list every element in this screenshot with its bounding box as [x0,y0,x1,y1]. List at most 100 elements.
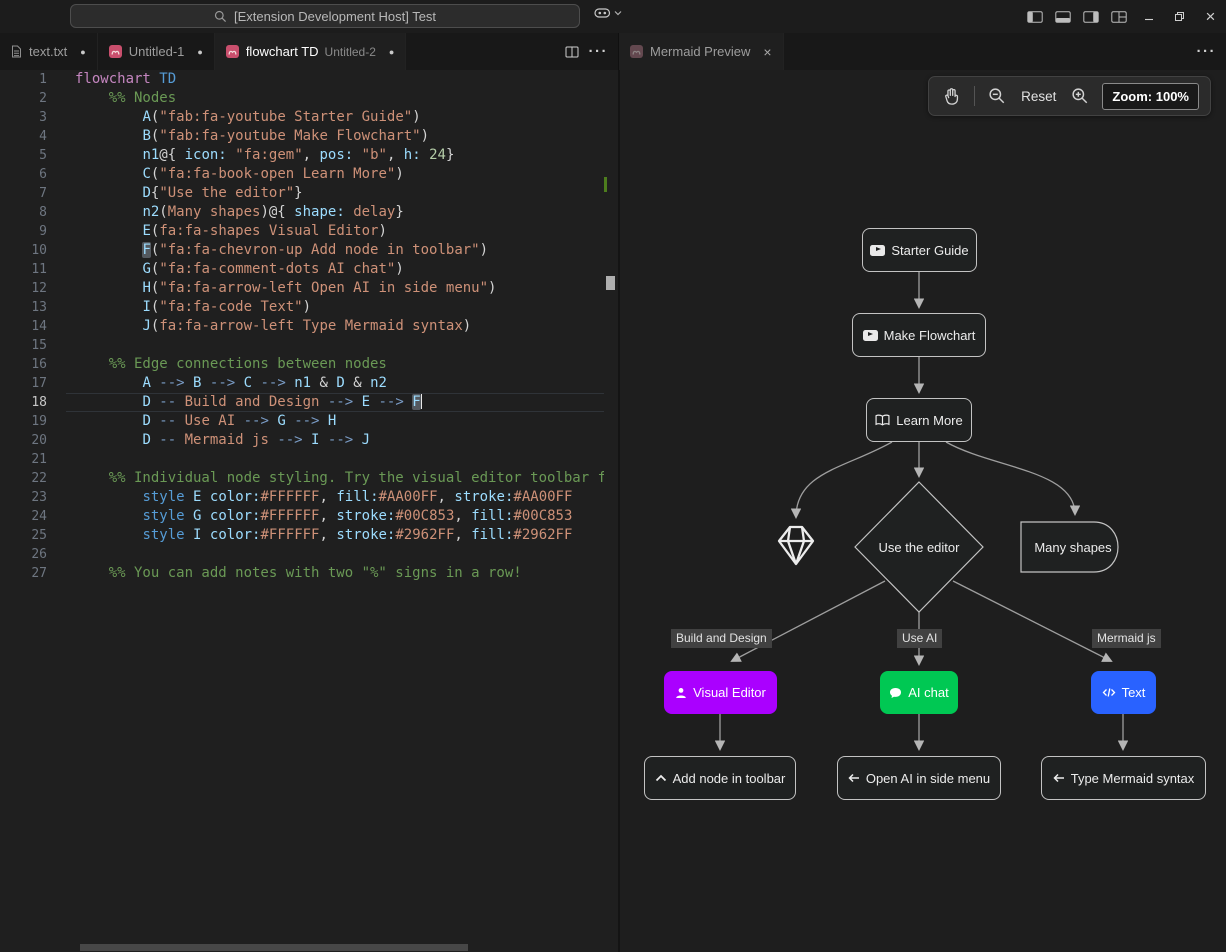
restore-button[interactable] [1164,0,1195,33]
line-number[interactable]: 24 [0,507,47,526]
code-line-content[interactable]: B("fab:fa-youtube Make Flowchart") [66,127,604,146]
line-number[interactable]: 18 [0,393,47,412]
modified-dot[interactable]: ● [389,47,394,57]
line-number[interactable]: 26 [0,545,47,564]
customize-layout-icon[interactable] [1105,0,1133,33]
node-type-mermaid-syntax[interactable]: Type Mermaid syntax [1041,756,1206,800]
code-line[interactable]: 20 D -- Mermaid js --> I --> J [0,431,604,450]
code-line-content[interactable]: D{"Use the editor"} [66,184,604,203]
line-number[interactable]: 1 [0,70,47,89]
code-line-content[interactable]: J(fa:fa-arrow-left Type Mermaid syntax) [66,317,604,336]
code-line-content[interactable]: I("fa:fa-code Text") [66,298,604,317]
line-number[interactable]: 3 [0,108,47,127]
code-line-content[interactable]: %% You can add notes with two "%" signs … [66,564,604,583]
code-line[interactable]: 19 D -- Use AI --> G --> H [0,412,604,431]
code-line[interactable]: 7 D{"Use the editor"} [0,184,604,203]
line-number[interactable]: 7 [0,184,47,203]
code-line[interactable]: 10 F("fa:fa-chevron-up Add node in toolb… [0,241,604,260]
reset-zoom-button[interactable]: Reset [1019,87,1058,106]
node-ai-chat[interactable]: AI chat [880,671,958,714]
code-editor[interactable]: 1flowchart TD2 %% Nodes3 A("fab:fa-youtu… [0,70,618,952]
more-actions-icon[interactable]: ··· [589,43,609,60]
code-line-content[interactable]: %% Individual node styling. Try the visu… [66,469,604,488]
node-open-ai-side-menu[interactable]: Open AI in side menu [837,756,1001,800]
code-line-content[interactable]: C("fa:fa-book-open Learn More") [66,165,604,184]
code-line-content[interactable]: G("fa:fa-comment-dots AI chat") [66,260,604,279]
toggle-primary-sidebar-icon[interactable] [1021,0,1049,33]
code-line[interactable]: 9 E(fa:fa-shapes Visual Editor) [0,222,604,241]
zoom-out-button[interactable] [986,85,1008,107]
minimize-button[interactable] [1133,0,1164,33]
code-line[interactable]: 2 %% Nodes [0,89,604,108]
code-line-content[interactable]: D -- Use AI --> G --> H [66,412,604,431]
line-number[interactable]: 19 [0,412,47,431]
node-use-editor[interactable]: Use the editor [857,533,981,561]
code-line-content[interactable]: n1@{ icon: "fa:gem", pos: "b", h: 24} [66,146,604,165]
line-number[interactable]: 14 [0,317,47,336]
node-add-node-toolbar[interactable]: Add node in toolbar [644,756,796,800]
code-line[interactable]: 1 flowchart TD [0,70,604,89]
overview-ruler[interactable] [604,70,618,952]
line-number[interactable]: 13 [0,298,47,317]
code-line-content[interactable] [66,545,604,564]
line-number[interactable]: 8 [0,203,47,222]
code-line[interactable]: 22 %% Individual node styling. Try the v… [0,469,604,488]
line-number[interactable]: 20 [0,431,47,450]
line-number[interactable]: 10 [0,241,47,260]
code-line-content[interactable]: D -- Build and Design --> E --> F [66,393,604,412]
code-line[interactable]: 11 G("fa:fa-comment-dots AI chat") [0,260,604,279]
code-line-content[interactable] [66,336,604,355]
code-line-content[interactable] [66,450,604,469]
tab-mermaid-preview[interactable]: Mermaid Preview × [619,33,784,70]
node-learn-more[interactable]: Learn More [866,398,972,442]
code-line-content[interactable]: %% Nodes [66,89,604,108]
flowchart-canvas[interactable]: Starter Guide Make Flowchart Learn More … [620,70,1226,952]
line-number[interactable]: 15 [0,336,47,355]
close-tab-icon[interactable]: × [763,44,771,60]
tab-untitled-2[interactable]: flowchart TD Untitled-2 ● [215,33,407,70]
code-line[interactable]: 3 A("fab:fa-youtube Starter Guide") [0,108,604,127]
copilot-menu[interactable] [594,6,622,19]
command-center[interactable]: [Extension Development Host] Test [70,4,580,28]
code-line[interactable]: 24 style G color:#FFFFFF, stroke:#00C853… [0,507,604,526]
code-line[interactable]: 21 [0,450,604,469]
line-number[interactable]: 25 [0,526,47,545]
code-line[interactable]: 12 H("fa:fa-arrow-left Open AI in side m… [0,279,604,298]
line-number[interactable]: 2 [0,89,47,108]
horizontal-scrollbar-thumb[interactable] [80,944,468,951]
toggle-secondary-sidebar-icon[interactable] [1077,0,1105,33]
code-line-content[interactable]: A --> B --> C --> n1 & D & n2 [66,374,604,393]
code-line[interactable]: 16 %% Edge connections between nodes [0,355,604,374]
line-number[interactable]: 23 [0,488,47,507]
line-number[interactable]: 11 [0,260,47,279]
zoom-in-button[interactable] [1069,85,1091,107]
line-number[interactable]: 22 [0,469,47,488]
code-line-content[interactable]: F("fa:fa-chevron-up Add node in toolbar"… [66,241,604,260]
code-line[interactable]: 18 D -- Build and Design --> E --> F [0,393,604,412]
line-number[interactable]: 27 [0,564,47,583]
code-line-content[interactable]: D -- Mermaid js --> I --> J [66,431,604,450]
modified-dot[interactable]: ● [80,47,85,57]
line-number[interactable]: 9 [0,222,47,241]
code-line-content[interactable]: style E color:#FFFFFF, fill:#AA00FF, str… [66,488,604,507]
code-line[interactable]: 13 I("fa:fa-code Text") [0,298,604,317]
line-number[interactable]: 17 [0,374,47,393]
split-editor-icon[interactable] [565,45,579,59]
more-actions-icon[interactable]: ··· [1197,43,1217,60]
code-line[interactable]: 17 A --> B --> C --> n1 & D & n2 [0,374,604,393]
line-number[interactable]: 21 [0,450,47,469]
line-number[interactable]: 4 [0,127,47,146]
toggle-panel-icon[interactable] [1049,0,1077,33]
code-line-content[interactable]: flowchart TD [66,70,604,89]
line-number[interactable]: 5 [0,146,47,165]
code-line-content[interactable]: A("fab:fa-youtube Starter Guide") [66,108,604,127]
node-visual-editor[interactable]: Visual Editor [664,671,777,714]
tab-text-txt[interactable]: text.txt ● [0,33,98,70]
code-line[interactable]: 4 B("fab:fa-youtube Make Flowchart") [0,127,604,146]
code-line-content[interactable]: E(fa:fa-shapes Visual Editor) [66,222,604,241]
code-line-content[interactable]: style G color:#FFFFFF, stroke:#00C853, f… [66,507,604,526]
code-line[interactable]: 15 [0,336,604,355]
node-starter-guide[interactable]: Starter Guide [862,228,977,272]
close-window-button[interactable]: × [1195,0,1226,33]
node-many-shapes[interactable]: Many shapes [1021,522,1125,572]
